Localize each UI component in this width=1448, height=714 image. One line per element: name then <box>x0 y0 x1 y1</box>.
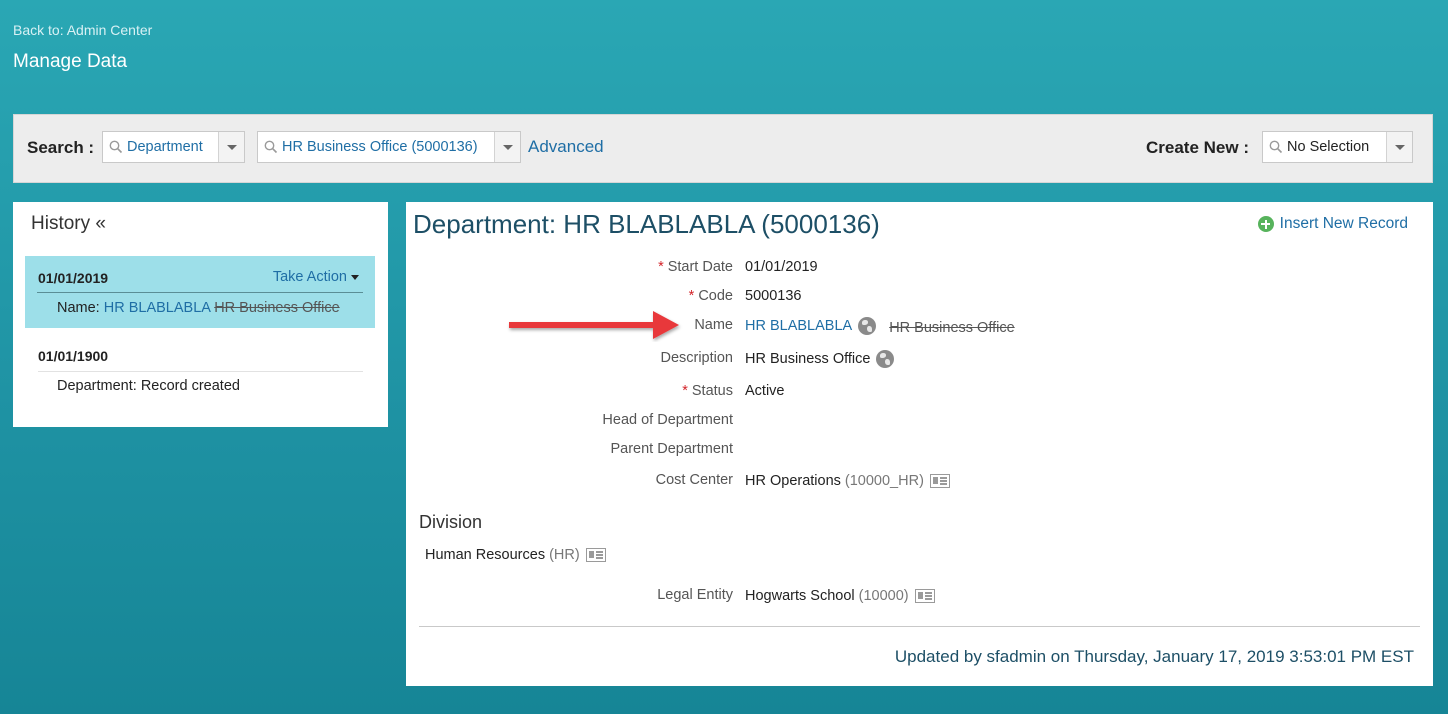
division-value: Human Resources <box>425 547 546 563</box>
card-icon[interactable] <box>929 474 950 488</box>
record-title: Department: HR BLABLABLA (5000136) <box>413 209 880 239</box>
status-label: * Status <box>682 383 733 399</box>
head-of-department-label: Head of Department <box>602 412 733 428</box>
cost-center-value-row: HR Operations (10000_HR) <box>745 473 950 489</box>
history-entry-date[interactable]: 01/01/1900 <box>38 348 108 364</box>
legal-entity-value: Hogwarts School <box>745 588 855 604</box>
insert-new-record-label: Insert New Record <box>1279 215 1408 232</box>
division-code: (HR) <box>549 547 580 563</box>
record-value: HR Business Office (5000136) <box>282 139 478 155</box>
plus-circle-icon <box>1257 216 1274 232</box>
caret-down-icon <box>351 274 359 280</box>
history-divider <box>38 371 363 372</box>
legal-entity-label: Legal Entity <box>657 587 733 603</box>
history-change-line: Name: HR BLABLABLA HR Business Office <box>57 300 340 316</box>
description-value: HR Business Office <box>745 351 871 367</box>
page-title: Manage Data <box>13 51 128 72</box>
card-icon[interactable] <box>585 548 606 562</box>
name-value-row: HR BLABLABLA HR Business Office <box>745 316 1015 336</box>
history-change-label: Name: <box>57 300 100 316</box>
search-icon <box>260 140 282 154</box>
history-divider <box>37 292 363 293</box>
history-panel: History « 01/01/2019 Take Action Name: H… <box>13 202 388 427</box>
object-type-combo[interactable]: Department <box>102 131 245 163</box>
code-label: * Code <box>689 288 733 304</box>
legal-entity-value-row: Hogwarts School (10000) <box>745 588 935 604</box>
start-date-label: * Start Date <box>658 259 733 275</box>
chevron-down-icon[interactable] <box>218 132 244 162</box>
updated-by-text: Updated by sfadmin on Thursday, January … <box>894 647 1414 666</box>
status-label-text: Status <box>691 383 733 399</box>
parent-department-label: Parent Department <box>610 441 733 457</box>
advanced-search-link[interactable]: Advanced <box>528 137 604 157</box>
create-new-combo[interactable]: No Selection <box>1262 131 1413 163</box>
legal-entity-code: (10000) <box>858 588 909 604</box>
cost-center-code: (10000_HR) <box>844 473 924 489</box>
required-marker: * <box>658 259 664 275</box>
arrow-annotation <box>509 311 679 339</box>
chevron-down-icon[interactable] <box>494 132 520 162</box>
start-date-label-text: Start Date <box>667 259 733 275</box>
search-bar: Search : Department HR Business Office (… <box>13 114 1433 183</box>
insert-new-record-button[interactable]: Insert New Record <box>1257 215 1408 233</box>
search-label: Search : <box>27 138 95 157</box>
record-panel: Department: HR BLABLABLA (5000136) Inser… <box>406 202 1433 686</box>
division-section-title: Division <box>419 512 483 532</box>
history-entry-date: 01/01/2019 <box>38 270 109 286</box>
globe-icon[interactable] <box>858 317 877 335</box>
description-value-row: HR Business Office <box>745 350 895 368</box>
status-value: Active <box>745 383 785 399</box>
history-old-value: HR Business Office <box>214 300 340 316</box>
history-change-line: Department: Record created <box>57 378 240 394</box>
cost-center-label: Cost Center <box>655 472 733 488</box>
name-value[interactable]: HR BLABLABLA <box>745 318 852 334</box>
start-date-value[interactable]: 01/01/2019 <box>745 259 818 275</box>
history-new-value: HR BLABLABLA <box>103 300 211 316</box>
code-value: 5000136 <box>745 288 802 304</box>
globe-icon[interactable] <box>876 350 895 368</box>
take-action-button[interactable]: Take Action <box>273 269 359 285</box>
required-marker: * <box>682 383 688 399</box>
division-value-row: Human Resources (HR) <box>425 547 606 563</box>
object-type-value: Department <box>127 139 203 155</box>
create-new-value: No Selection <box>1287 139 1370 155</box>
take-action-label: Take Action <box>272 269 347 285</box>
history-entry-active[interactable]: 01/01/2019 Take Action Name: HR BLABLABL… <box>25 256 375 328</box>
card-icon[interactable] <box>914 589 935 603</box>
bottom-divider <box>419 626 1420 627</box>
history-title[interactable]: History « <box>31 213 106 235</box>
code-label-text: Code <box>698 288 733 304</box>
search-icon <box>1265 140 1287 154</box>
back-link[interactable]: Back to: Admin Center <box>13 22 152 38</box>
search-icon <box>105 140 127 154</box>
create-new-label: Create New : <box>1146 138 1249 157</box>
description-label: Description <box>660 350 733 366</box>
required-marker: * <box>688 288 695 304</box>
cost-center-value: HR Operations <box>745 473 841 489</box>
chevron-down-icon[interactable] <box>1386 132 1412 162</box>
name-old-value: HR Business Office <box>889 320 1015 336</box>
record-combo[interactable]: HR Business Office (5000136) <box>257 131 521 163</box>
name-label: Name <box>694 317 733 333</box>
